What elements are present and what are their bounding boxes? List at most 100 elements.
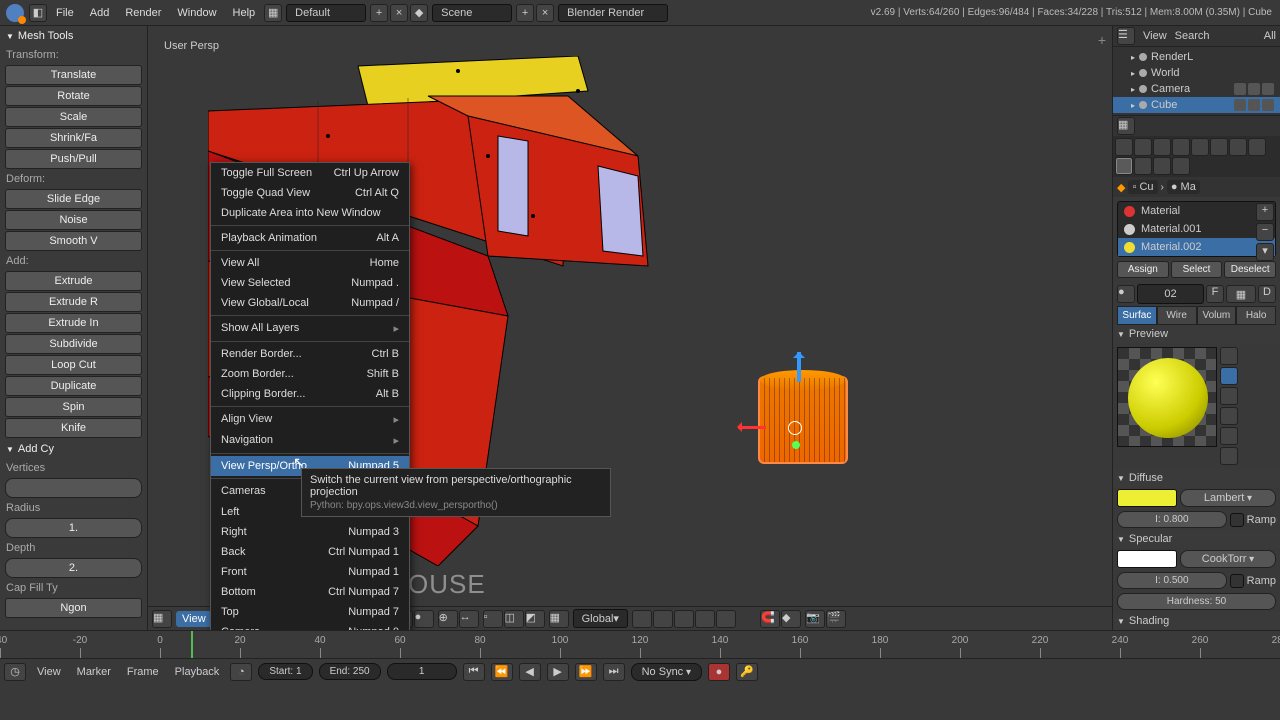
- object-tab-icon[interactable]: [1191, 138, 1209, 156]
- layout-add-icon[interactable]: +: [370, 4, 388, 22]
- menu-file[interactable]: File: [48, 7, 82, 19]
- texture-tab-icon[interactable]: [1134, 157, 1152, 175]
- timeline-editor-icon[interactable]: ◷: [4, 663, 26, 681]
- select-button[interactable]: Select: [1171, 261, 1223, 278]
- view-menu-item[interactable]: Clipping Border...Alt B: [211, 384, 409, 404]
- outliner-item[interactable]: ▸World: [1113, 65, 1280, 81]
- current-frame-field[interactable]: 1: [387, 663, 457, 680]
- rotate-button[interactable]: Rotate: [5, 86, 142, 106]
- extrude-button[interactable]: Extrude: [5, 271, 142, 291]
- specular-intensity-field[interactable]: I: 0.500: [1117, 572, 1227, 589]
- gizmo-y-handle-icon[interactable]: [792, 441, 800, 449]
- orientation-dropdown[interactable]: Global ▾: [573, 609, 628, 628]
- extrude-individual-button[interactable]: Extrude In: [5, 313, 142, 333]
- halo-tab[interactable]: Halo: [1236, 306, 1276, 325]
- duplicate-button[interactable]: Duplicate: [5, 376, 142, 396]
- constraints-tab-icon[interactable]: [1210, 138, 1228, 156]
- layer-button[interactable]: [695, 610, 715, 628]
- operator-header[interactable]: Add Cy: [0, 439, 147, 459]
- view-menu-item[interactable]: Toggle Quad ViewCtrl Alt Q: [211, 183, 409, 203]
- pivot-icon[interactable]: ⊕: [438, 610, 458, 628]
- render-tab-icon[interactable]: [1115, 138, 1133, 156]
- timeline[interactable]: -40-200204060801001201401601802002202402…: [0, 630, 1280, 658]
- spin-button[interactable]: Spin: [5, 397, 142, 417]
- timeline-menu-marker[interactable]: Marker: [72, 666, 116, 678]
- viewport-3d[interactable]: User Persp +: [148, 26, 1112, 630]
- view-menu-item[interactable]: Duplicate Area into New Window: [211, 203, 409, 223]
- material-name-field[interactable]: 02: [1137, 284, 1204, 304]
- keyframe-prev-icon[interactable]: ⏪: [491, 663, 513, 681]
- layer-button[interactable]: [716, 610, 736, 628]
- view-menu-item[interactable]: Align View▸: [211, 409, 409, 430]
- particles-tab-icon[interactable]: [1153, 157, 1171, 175]
- manipulator-icon[interactable]: ↔: [459, 610, 479, 628]
- depth-field[interactable]: 2.: [5, 558, 142, 578]
- outliner-item[interactable]: ▸Camera: [1113, 81, 1280, 97]
- preview-sphere-icon[interactable]: [1220, 367, 1238, 385]
- scene-remove-icon[interactable]: ×: [536, 4, 554, 22]
- limit-selection-icon[interactable]: ▦: [549, 610, 569, 628]
- diffuse-color[interactable]: [1117, 489, 1177, 507]
- translate-button[interactable]: Translate: [5, 65, 142, 85]
- menu-help[interactable]: Help: [225, 7, 264, 19]
- breadcrumb-object[interactable]: ▫ Cu: [1128, 180, 1157, 194]
- view-menu-item[interactable]: Render Border...Ctrl B: [211, 344, 409, 364]
- view-menu-item[interactable]: FrontNumpad 1: [211, 562, 409, 582]
- loop-cut-button[interactable]: Loop Cut: [5, 355, 142, 375]
- diffuse-header[interactable]: Diffuse: [1113, 469, 1280, 487]
- gizmo-x-axis-icon[interactable]: [738, 426, 766, 429]
- screen-layout-icon[interactable]: ▦: [264, 4, 282, 22]
- material-remove-icon[interactable]: −: [1256, 223, 1274, 241]
- layer-button[interactable]: [674, 610, 694, 628]
- keying-set-icon[interactable]: 🔑: [736, 663, 758, 681]
- jump-end-icon[interactable]: ⏭: [603, 663, 625, 681]
- view-menu-item[interactable]: View AllHome: [211, 253, 409, 273]
- diffuse-ramp-checkbox[interactable]: [1230, 513, 1244, 527]
- noise-button[interactable]: Noise: [5, 210, 142, 230]
- scene-dropdown[interactable]: Scene: [432, 4, 512, 22]
- radius-field[interactable]: 1.: [5, 518, 142, 538]
- opengl-anim-icon[interactable]: 🎬: [826, 610, 846, 628]
- preview-world-icon[interactable]: [1220, 447, 1238, 465]
- material-add-icon[interactable]: +: [1256, 203, 1274, 221]
- specular-color[interactable]: [1117, 550, 1177, 568]
- start-frame-field[interactable]: Start: 1: [258, 663, 312, 680]
- specular-model-dropdown[interactable]: CookTorr ▾: [1180, 550, 1276, 568]
- hardness-field[interactable]: Hardness: 50: [1117, 593, 1276, 610]
- vertices-field[interactable]: [5, 478, 142, 498]
- material-menu-icon[interactable]: ▾: [1256, 243, 1274, 261]
- layout-remove-icon[interactable]: ×: [390, 4, 408, 22]
- view-menu-item[interactable]: BackCtrl Numpad 1: [211, 542, 409, 562]
- preview-monkey-icon[interactable]: [1220, 407, 1238, 425]
- scale-button[interactable]: Scale: [5, 107, 142, 127]
- specular-ramp-checkbox[interactable]: [1230, 574, 1244, 588]
- play-reverse-icon[interactable]: ◀: [519, 663, 541, 681]
- sync-mode-dropdown[interactable]: No Sync ▾: [631, 663, 702, 681]
- nodes-toggle[interactable]: ▦: [1226, 285, 1256, 303]
- view-menu-item[interactable]: View Global/LocalNumpad /: [211, 293, 409, 313]
- surface-tab[interactable]: Surfac: [1117, 306, 1157, 325]
- render-engine-dropdown[interactable]: Blender Render: [558, 4, 668, 22]
- slide-edge-button[interactable]: Slide Edge: [5, 189, 142, 209]
- view-menu-item[interactable]: CameraNumpad 0: [211, 622, 409, 630]
- view-menu-item[interactable]: Show All Layers▸: [211, 318, 409, 339]
- fake-user-button[interactable]: F: [1206, 285, 1224, 303]
- view-menu-item[interactable]: Zoom Border...Shift B: [211, 364, 409, 384]
- physics-tab-icon[interactable]: [1172, 157, 1190, 175]
- material-slot-list[interactable]: MaterialMaterial.001Material.002: [1117, 201, 1276, 257]
- wire-tab[interactable]: Wire: [1157, 306, 1197, 325]
- editor-type-icon[interactable]: ▦: [152, 610, 172, 628]
- menu-window[interactable]: Window: [169, 7, 224, 19]
- outliner[interactable]: ▸RenderL▸World▸Camera▸Cube: [1113, 47, 1280, 115]
- extrude-region-button[interactable]: Extrude R: [5, 292, 142, 312]
- capfill-dropdown[interactable]: Ngon: [5, 598, 142, 618]
- use-preview-range-icon[interactable]: ◔: [230, 663, 252, 681]
- play-icon[interactable]: ▶: [547, 663, 569, 681]
- outliner-editor-icon[interactable]: ☰: [1117, 27, 1135, 45]
- face-select-icon[interactable]: ◩: [525, 610, 545, 628]
- menu-render[interactable]: Render: [117, 7, 169, 19]
- assign-button[interactable]: Assign: [1117, 261, 1169, 278]
- preview-flat-icon[interactable]: [1220, 347, 1238, 365]
- smooth-vertex-button[interactable]: Smooth V: [5, 231, 142, 251]
- properties-editor-icon[interactable]: ▦: [1117, 117, 1135, 135]
